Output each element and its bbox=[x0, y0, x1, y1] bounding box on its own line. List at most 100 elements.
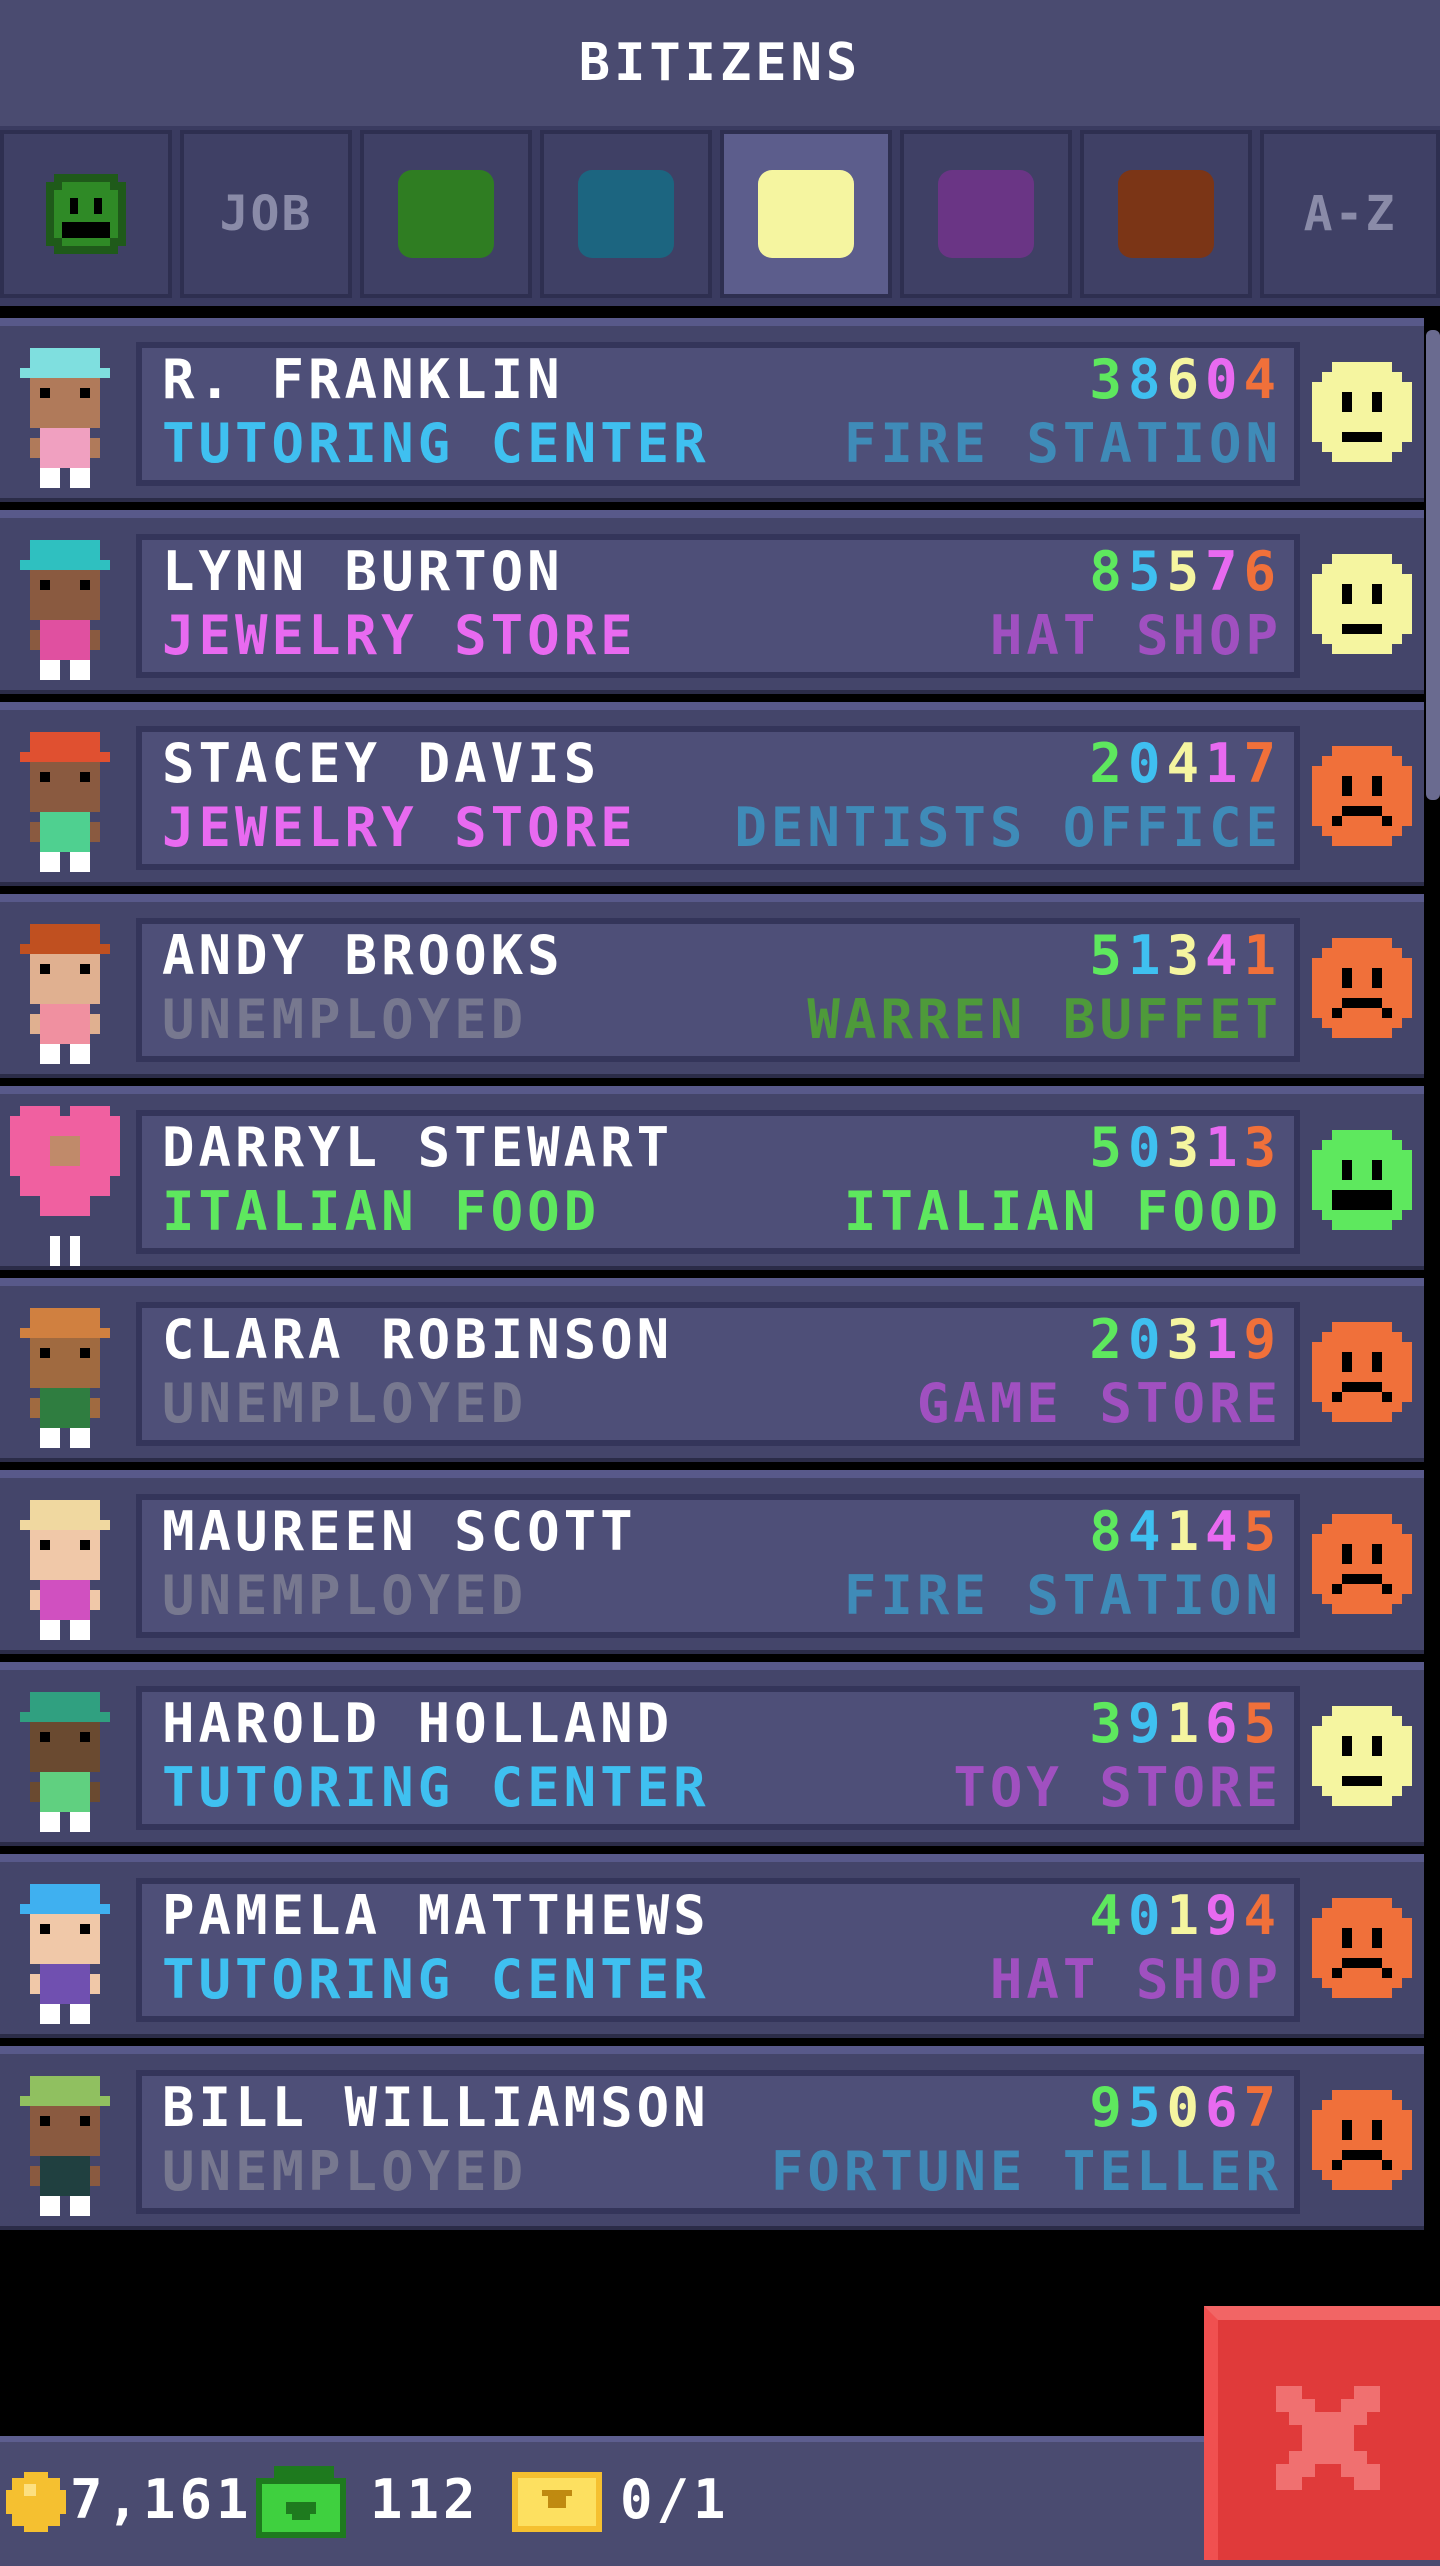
bitizen-skill-levels: 84145 bbox=[1089, 1500, 1282, 1563]
bitizen-dream-job: FIRE STATION bbox=[843, 1564, 1282, 1627]
bitizen-skill-levels: 20319 bbox=[1089, 1308, 1282, 1371]
bitizen-row[interactable]: LYNN BURTON 85576 JEWELRY STORE HAT SHOP bbox=[0, 510, 1424, 694]
bitizen-row[interactable]: R. FRANKLIN 38604 TUTORING CENTER FIRE STAT… bbox=[0, 318, 1424, 502]
tab-color-purple[interactable] bbox=[900, 130, 1072, 298]
bitizen-dream-job: WARREN BUFFET bbox=[807, 988, 1282, 1051]
bitizen-skill-levels: 85576 bbox=[1089, 540, 1282, 603]
bitizen-row[interactable]: CLARA ROBINSON 20319 UNEMPLOYED GAME STORE bbox=[0, 1278, 1424, 1462]
bitizen-row[interactable]: BILL WILLIAMSON 95067 UNEMPLOYED FORTUNE TE… bbox=[0, 2046, 1424, 2230]
heart-avatar-icon bbox=[10, 1106, 120, 1266]
color-swatch bbox=[758, 170, 854, 258]
bitizen-row[interactable]: MAUREEN SCOTT 84145 UNEMPLOYED FIRE STATION bbox=[0, 1470, 1424, 1654]
bitizen-current-job: UNEMPLOYED bbox=[162, 2140, 528, 2203]
bitizen-current-job: ITALIAN FOOD bbox=[162, 1180, 601, 1243]
bitizen-row[interactable]: DARRYL STEWART 50313 ITALIAN FOOD ITALIAN F… bbox=[0, 1086, 1424, 1270]
bitizen-current-job: TUTORING CENTER bbox=[162, 412, 710, 475]
bitizen-dream-job: DENTISTS OFFICE bbox=[734, 796, 1282, 859]
bitizen-dream-job: HAT SHOP bbox=[989, 1948, 1282, 2011]
bitizen-dream-job: FIRE STATION bbox=[843, 412, 1282, 475]
tab-color-green[interactable] bbox=[360, 130, 532, 298]
happy-face-icon bbox=[46, 174, 126, 254]
bitizen-dream-job: ITALIAN FOOD bbox=[843, 1180, 1282, 1243]
bitizen-row[interactable]: HAROLD HOLLAND 39165 TUTORING CENTER TOY ST… bbox=[0, 1662, 1424, 1846]
bitizen-card: HAROLD HOLLAND 39165 TUTORING CENTER TOY ST… bbox=[136, 1686, 1300, 1830]
bitizen-card: R. FRANKLIN 38604 TUTORING CENTER FIRE STAT… bbox=[136, 342, 1300, 486]
coin-icon bbox=[6, 2472, 66, 2532]
neutral-face-icon bbox=[1312, 1706, 1412, 1806]
bitizen-card: DARRYL STEWART 50313 ITALIAN FOOD ITALIAN F… bbox=[136, 1110, 1300, 1254]
color-swatch bbox=[938, 170, 1034, 258]
tab-az-label: A-Z bbox=[1303, 186, 1397, 242]
sad-face-icon bbox=[1312, 1322, 1412, 1422]
color-swatch bbox=[1118, 170, 1214, 258]
bitizen-name: ANDY BROOKS bbox=[162, 924, 564, 987]
bitizen-dream-job: HAT SHOP bbox=[989, 604, 1282, 667]
color-swatch bbox=[398, 170, 494, 258]
bitizen-name: LYNN BURTON bbox=[162, 540, 564, 603]
tab-color-yellow[interactable] bbox=[720, 130, 892, 298]
bitizen-avatar-icon bbox=[20, 1308, 110, 1448]
bitizen-row[interactable]: PAMELA MATTHEWS 40194 TUTORING CENTER HAT S… bbox=[0, 1854, 1424, 2038]
sad-face-icon bbox=[1312, 1514, 1412, 1614]
bitizen-name: CLARA ROBINSON bbox=[162, 1308, 674, 1371]
scrollbar[interactable] bbox=[1426, 330, 1440, 800]
bitizen-row[interactable]: STACEY DAVIS 20417 JEWELRY STORE DENTISTS O… bbox=[0, 702, 1424, 886]
tab-job-label: JOB bbox=[219, 186, 313, 242]
bitizen-avatar-icon bbox=[20, 732, 110, 872]
bitizen-card: STACEY DAVIS 20417 JEWELRY STORE DENTISTS O… bbox=[136, 726, 1300, 870]
bitizen-name: R. FRANKLIN bbox=[162, 348, 564, 411]
page-title: BITIZENS bbox=[578, 33, 862, 93]
bitizen-current-job: JEWELRY STORE bbox=[162, 604, 637, 667]
tab-job[interactable]: JOB bbox=[180, 130, 352, 298]
tab-mood-filter[interactable] bbox=[0, 130, 172, 298]
bitizen-dream-job: FORTUNE TELLER bbox=[770, 2140, 1282, 2203]
tab-a-z[interactable]: A-Z bbox=[1260, 130, 1440, 298]
bitizen-current-job: TUTORING CENTER bbox=[162, 1756, 710, 1819]
bitizen-skill-levels: 95067 bbox=[1089, 2076, 1282, 2139]
bitizen-card: PAMELA MATTHEWS 40194 TUTORING CENTER HAT S… bbox=[136, 1878, 1300, 2022]
bitizen-name: BILL WILLIAMSON bbox=[162, 2076, 710, 2139]
bitizen-name: STACEY DAVIS bbox=[162, 732, 601, 795]
bitizen-dream-job: TOY STORE bbox=[953, 1756, 1282, 1819]
bitizen-card: LYNN BURTON 85576 JEWELRY STORE HAT SHOP bbox=[136, 534, 1300, 678]
bitizen-current-job: TUTORING CENTER bbox=[162, 1948, 710, 2011]
tab-color-teal[interactable] bbox=[540, 130, 712, 298]
header-bar: BITIZENS bbox=[0, 0, 1440, 130]
bitizen-card: ANDY BROOKS 51341 UNEMPLOYED WARREN BUFFET bbox=[136, 918, 1300, 1062]
bitizen-skill-levels: 39165 bbox=[1089, 1692, 1282, 1755]
bitizen-dream-job: GAME STORE bbox=[916, 1372, 1282, 1435]
ticket-count: 0/1 bbox=[620, 2468, 730, 2531]
close-icon bbox=[1276, 2386, 1380, 2490]
neutral-face-icon bbox=[1312, 554, 1412, 654]
bitizen-current-job: UNEMPLOYED bbox=[162, 1564, 528, 1627]
sad-face-icon bbox=[1312, 938, 1412, 1038]
bitizen-avatar-icon bbox=[20, 924, 110, 1064]
bitizen-skill-levels: 51341 bbox=[1089, 924, 1282, 987]
neutral-face-icon bbox=[1312, 362, 1412, 462]
sad-face-icon bbox=[1312, 746, 1412, 846]
bitizen-avatar-icon bbox=[20, 2076, 110, 2216]
bitizen-name: DARRYL STEWART bbox=[162, 1116, 674, 1179]
bitizen-skill-levels: 50313 bbox=[1089, 1116, 1282, 1179]
bitizen-name: HAROLD HOLLAND bbox=[162, 1692, 674, 1755]
filter-tabs: JOB A-Z bbox=[0, 126, 1440, 306]
bitizen-skill-levels: 40194 bbox=[1089, 1884, 1282, 1947]
ticket-icon bbox=[512, 2472, 602, 2532]
bitizen-current-job: UNEMPLOYED bbox=[162, 988, 528, 1051]
bitizen-avatar-icon bbox=[20, 348, 110, 488]
bitizen-card: CLARA ROBINSON 20319 UNEMPLOYED GAME STORE bbox=[136, 1302, 1300, 1446]
bux-icon bbox=[256, 2466, 346, 2538]
tab-color-brown[interactable] bbox=[1080, 130, 1252, 298]
bitizen-row[interactable]: ANDY BROOKS 51341 UNEMPLOYED WARREN BUFFET bbox=[0, 894, 1424, 1078]
sad-face-icon bbox=[1312, 1898, 1412, 1998]
bitizen-current-job: JEWELRY STORE bbox=[162, 796, 637, 859]
bitizen-name: MAUREEN SCOTT bbox=[162, 1500, 637, 1563]
bitizen-skill-levels: 38604 bbox=[1089, 348, 1282, 411]
close-button[interactable] bbox=[1204, 2306, 1440, 2560]
bitizen-avatar-icon bbox=[20, 540, 110, 680]
bitizen-avatar-icon bbox=[20, 1692, 110, 1832]
bitizen-avatar-icon bbox=[20, 1884, 110, 2024]
color-swatch bbox=[578, 170, 674, 258]
bitizen-name: PAMELA MATTHEWS bbox=[162, 1884, 710, 1947]
sad-face-icon bbox=[1312, 2090, 1412, 2190]
